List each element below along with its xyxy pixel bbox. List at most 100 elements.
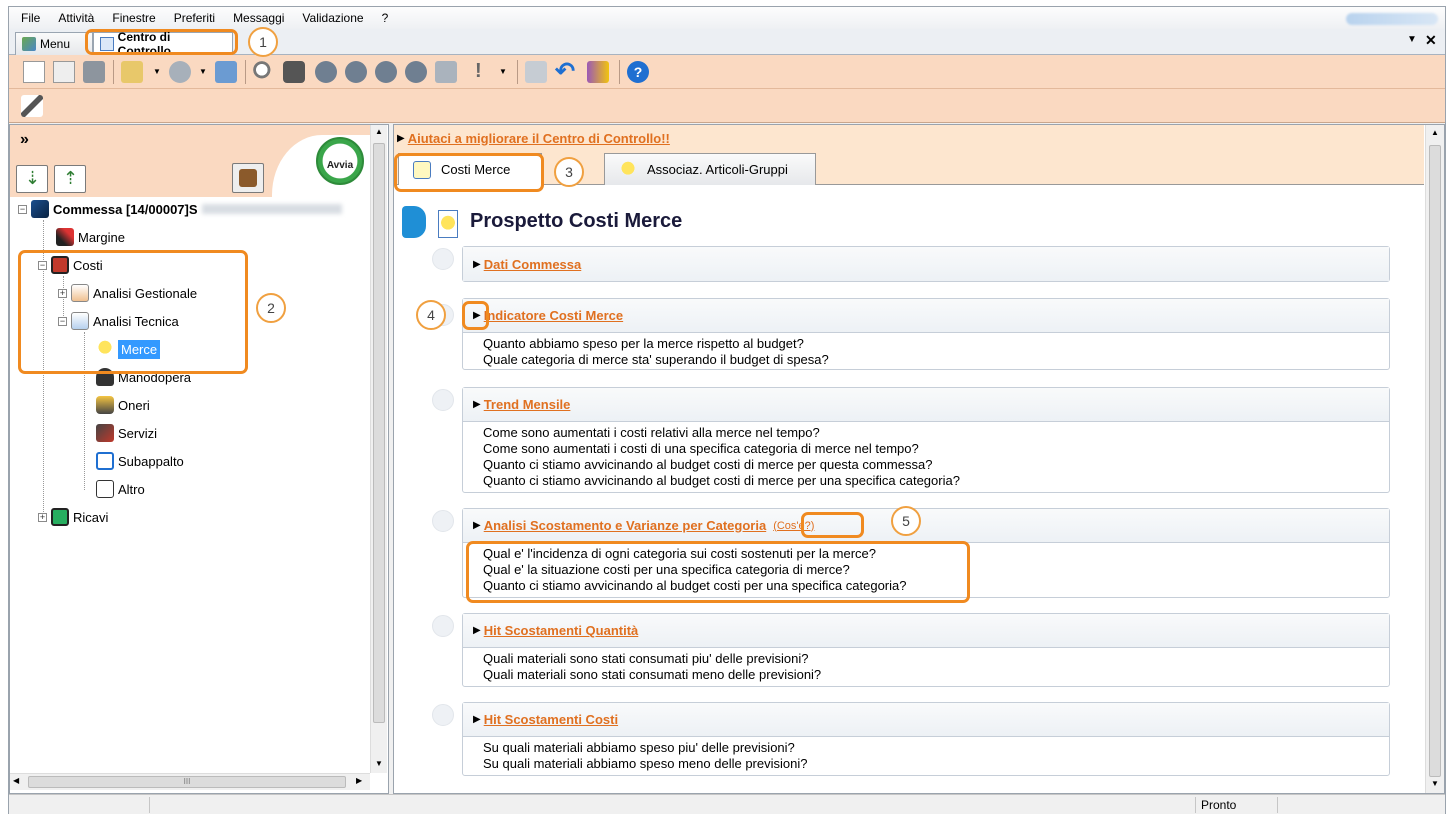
scroll-up-icon[interactable]: ▲ (1431, 128, 1439, 137)
menu-preferiti[interactable]: Preferiti (174, 11, 215, 25)
chevron-down-icon[interactable]: ▼ (499, 67, 507, 76)
question-line: Come sono aumentati i costi relativi all… (483, 425, 820, 440)
menu-messaggi[interactable]: Messaggi (233, 11, 284, 25)
last-record-icon[interactable] (405, 61, 427, 83)
save-icon[interactable] (83, 61, 105, 83)
move-up-button[interactable]: ⇡ (54, 165, 86, 193)
expand-triangle-icon[interactable]: ▶ (473, 520, 481, 531)
section-title-link[interactable]: Hit Scostamenti Costi (484, 712, 618, 727)
edit-document-icon[interactable] (53, 61, 75, 83)
secondary-toolbar (9, 89, 1445, 123)
new-document-icon[interactable] (23, 61, 45, 83)
forklift-icon (96, 424, 114, 442)
menu-validazione[interactable]: Validazione (302, 11, 363, 25)
calculator-icon[interactable] (587, 61, 609, 83)
section-hit-scostamenti-costi: ▶ Hit Scostamenti Costi Su quali materia… (462, 702, 1390, 776)
first-record-icon[interactable] (315, 61, 337, 83)
previous-record-icon[interactable] (345, 61, 367, 83)
horizontal-scroll-thumb[interactable]: III (28, 776, 346, 788)
search-icon[interactable] (253, 61, 275, 83)
help-improve-link[interactable]: Aiutaci a migliorare il Centro di Contro… (408, 131, 670, 146)
callout-1: 1 (248, 27, 278, 57)
scroll-left-icon[interactable]: ◀ (13, 776, 19, 785)
section-title-link[interactable]: Dati Commessa (484, 257, 582, 272)
redacted-text (201, 204, 342, 214)
tab-menu[interactable]: Menu (15, 32, 93, 55)
chevron-down-icon[interactable]: ▼ (153, 67, 161, 76)
tree-node-oneri[interactable]: Oneri (96, 394, 150, 416)
section-title-link[interactable]: Indicatore Costi Merce (484, 308, 623, 323)
add-item-icon[interactable] (121, 61, 143, 83)
menu-file[interactable]: File (21, 11, 40, 25)
callout-2: 2 (256, 293, 286, 323)
avvia-button[interactable]: Avvia (316, 137, 364, 185)
tab-associaz-articoli-gruppi[interactable]: Associaz. Articoli-Gruppi (604, 153, 816, 185)
menu-help[interactable]: ? (382, 11, 389, 25)
binoculars-icon[interactable] (283, 61, 305, 83)
question-line: Quali materiali sono stati consumati men… (483, 667, 822, 682)
menu-attivita[interactable]: Attività (58, 11, 94, 25)
paperclip-document-icon (96, 480, 114, 498)
next-record-icon[interactable] (375, 61, 397, 83)
expand-triangle-icon[interactable]: ▶ (473, 625, 481, 636)
content-vertical-scrollbar[interactable]: ▲ ▼ (1425, 125, 1444, 793)
globe-icon[interactable] (169, 61, 191, 83)
tab-list-dropdown-icon[interactable]: ▼ (1407, 34, 1417, 45)
section-title-link[interactable]: Hit Scostamenti Quantità (484, 623, 639, 638)
expand-toggle[interactable]: + (38, 512, 47, 522)
question-line: Quanto ci stiamo avvicinando al budget c… (483, 457, 933, 472)
collapse-toggle[interactable]: − (18, 204, 27, 214)
section-header[interactable]: ▶ Hit Scostamenti Costi (463, 703, 1389, 737)
tab-associaz-label: Associaz. Articoli-Gruppi (647, 162, 788, 177)
navigation-vertical-scrollbar[interactable]: ▲ ▼ (370, 125, 387, 773)
settings-window-icon[interactable] (215, 61, 237, 83)
tree-node-altro[interactable]: Altro (96, 478, 145, 500)
tree-node-ricavi[interactable]: + Ricavi (38, 506, 108, 528)
tree-node-margine[interactable]: Margine (56, 226, 125, 248)
alert-icon[interactable]: ! (475, 60, 482, 83)
scroll-down-icon[interactable]: ▼ (1431, 779, 1439, 788)
section-indicatore-costi-merce: ▶ Indicatore Costi Merce Quanto abbiamo … (462, 298, 1390, 370)
section-title-link[interactable]: Analisi Scostamento e Varianze per Categ… (484, 518, 767, 533)
scroll-right-icon[interactable]: ▶ (356, 776, 362, 785)
tree-label-ricavi: Ricavi (73, 509, 109, 525)
tree-label-oneri: Oneri (118, 397, 150, 413)
scroll-up-icon[interactable]: ▲ (375, 127, 383, 136)
triangle-right-icon: ▶ (397, 132, 405, 144)
section-header[interactable]: ▶ Analisi Scostamento e Varianze per Cat… (463, 509, 1389, 543)
navigation-horizontal-scrollbar[interactable]: ◀ III ▶ (10, 773, 370, 790)
expand-triangle-icon[interactable]: ▶ (473, 714, 481, 725)
tree-node-servizi[interactable]: Servizi (96, 422, 157, 444)
main-toolbar: ▼ ▼ ! ▼ ↶ ? (9, 55, 1445, 89)
delete-icon[interactable] (525, 61, 547, 83)
expand-triangle-icon[interactable]: ▶ (473, 259, 481, 270)
tree-node-commessa[interactable]: − Commessa [14/00007]S (18, 198, 342, 220)
expand-triangle-icon[interactable]: ▶ (473, 399, 481, 410)
content-tabs: Costi Merce Associaz. Articoli-Gruppi (394, 151, 1424, 185)
tree-node-subappalto[interactable]: Subappalto (96, 450, 184, 472)
section-title-link[interactable]: Trend Mensile (484, 397, 571, 412)
close-icon[interactable]: ✕ (1425, 32, 1437, 49)
menu-finestre[interactable]: Finestre (112, 11, 155, 25)
scroll-thumb[interactable] (1429, 145, 1441, 777)
collapse-panel-icon[interactable]: » (20, 131, 29, 149)
tools-button[interactable] (232, 163, 264, 193)
section-header[interactable]: ▶ Hit Scostamenti Quantità (463, 614, 1389, 648)
question-line: Quanto ci stiamo avvicinando al budget c… (483, 473, 960, 488)
section-header[interactable]: ▶ Trend Mensile (463, 388, 1389, 422)
pen-icon[interactable] (21, 95, 43, 117)
highlight-expand (462, 301, 489, 330)
undo-icon[interactable]: ↶ (555, 57, 575, 86)
chevron-down-icon[interactable]: ▼ (199, 67, 207, 76)
tab-menu-label: Menu (40, 37, 71, 51)
tools-icon (239, 169, 257, 187)
scroll-down-icon[interactable]: ▼ (375, 759, 383, 768)
section-header[interactable]: ▶ Indicatore Costi Merce (463, 299, 1389, 333)
scroll-thumb[interactable] (373, 143, 385, 723)
revenue-icon (51, 508, 69, 526)
move-down-button[interactable]: ⇣ (16, 165, 48, 193)
page-title: Prospetto Costi Merce (470, 210, 683, 232)
copy-icon[interactable] (435, 61, 457, 83)
help-icon[interactable]: ? (627, 61, 649, 83)
section-header[interactable]: ▶ Dati Commessa (463, 247, 1389, 281)
